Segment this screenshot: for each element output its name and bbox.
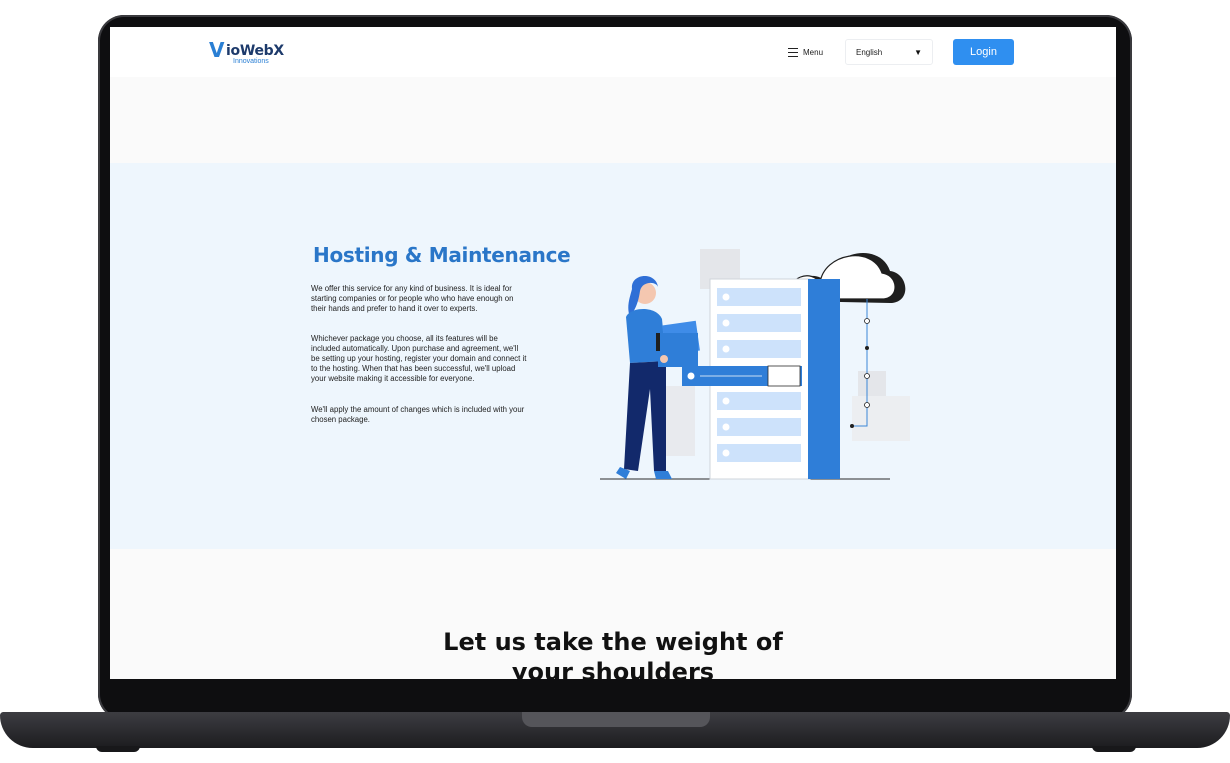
logo[interactable]: V ioWebX Innovations — [209, 37, 289, 67]
laptop-notch — [522, 712, 710, 727]
paragraph-1: We offer this service for any kind of bu… — [311, 284, 514, 313]
login-button[interactable]: Login — [953, 39, 1014, 65]
laptop-screen: V ioWebX Innovations Menu English ▼ Logi… — [110, 27, 1116, 679]
paragraph-2: Whichever package you choose, all its fe… — [311, 334, 527, 383]
section-heading: Let us take the weight of your shoulders — [443, 628, 783, 679]
laptop-foot-right — [1092, 746, 1136, 752]
hosting-illustration — [600, 249, 910, 480]
paragraph-3: We'll apply the amount of changes which … — [311, 405, 525, 424]
hamburger-icon — [788, 47, 798, 57]
menu-button[interactable]: Menu — [788, 44, 823, 60]
section-title: Hosting & Maintenance — [313, 243, 571, 267]
hosting-section: Hosting & Maintenance We offer this serv… — [110, 163, 1116, 549]
language-value: English — [856, 47, 883, 57]
logo-text: ioWebX — [226, 43, 284, 59]
logo-mark: V — [209, 38, 225, 62]
dropdown-arrow-icon: ▼ — [914, 47, 922, 57]
language-select[interactable]: English ▼ — [845, 39, 933, 65]
menu-label: Menu — [803, 47, 824, 57]
laptop-frame: V ioWebX Innovations Menu English ▼ Logi… — [0, 0, 1230, 763]
logo-subtitle: Innovations — [233, 58, 269, 65]
laptop-foot-left — [96, 746, 140, 752]
navbar: V ioWebX Innovations Menu English ▼ Logi… — [110, 27, 1116, 77]
